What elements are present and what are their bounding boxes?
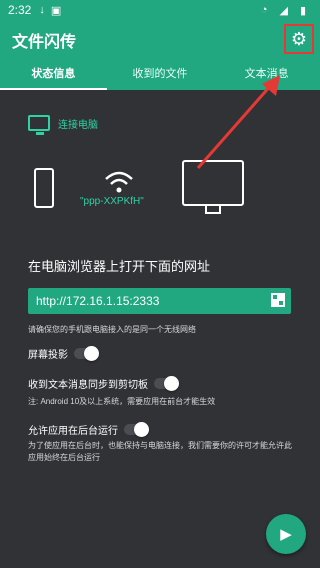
toggle-knob: [134, 422, 149, 437]
wifi-signal-icon: [102, 169, 136, 197]
battery-icon: ▮: [299, 4, 306, 17]
computer-icon: [182, 160, 244, 206]
computer-stand-icon: [205, 206, 221, 214]
connect-computer-label: 连接电脑: [58, 119, 98, 131]
wifi-icon: ◔: [260, 4, 268, 16]
wifi-ssid: "ppp-XXPKfH": [80, 196, 144, 207]
text-icon: ▣: [50, 4, 62, 17]
status-content: 连接电脑 "ppp-XXPKfH" 在电脑浏览器上打开下面的网址 http://…: [0, 90, 320, 568]
status-bar: 2:32 ↓ ▣ ◔ ◢ ▮: [0, 0, 320, 20]
toggle-knob: [164, 376, 179, 391]
phone-icon: [34, 168, 54, 208]
clipboard-sync-label: 收到文本消息同步到剪切板: [28, 380, 148, 391]
tab-status-info[interactable]: 状态信息: [0, 60, 107, 90]
tab-received-files[interactable]: 收到的文件: [107, 60, 214, 90]
screen-cast-label: 屏幕投影: [28, 350, 68, 361]
background-run-label: 允许应用在后台运行: [28, 426, 118, 437]
screen-cast-toggle[interactable]: [74, 346, 99, 361]
monitor-icon: [28, 115, 50, 135]
download-icon: ↓: [39, 4, 45, 16]
instruction-heading: 在电脑浏览器上打开下面的网址: [28, 259, 211, 274]
start-button[interactable]: ▶: [266, 514, 306, 554]
background-run-note: 为了使应用在后台时，也能保持与电脑连接，我们需要你的许可才能允许此应用始终在后台…: [28, 441, 292, 462]
play-icon: ▶: [280, 526, 292, 543]
settings-button[interactable]: ⚙: [284, 24, 314, 54]
signal-icon: ◢: [279, 4, 288, 17]
clipboard-sync-row: 收到文本消息同步到剪切板: [28, 376, 179, 391]
network-hint: 请确保您的手机跟电脑接入的是同一个无线网络: [28, 325, 196, 334]
server-url: http://172.16.1.15:2333: [36, 294, 160, 308]
app-title: 文件闪传: [12, 34, 77, 51]
url-bar[interactable]: http://172.16.1.15:2333: [28, 288, 291, 314]
background-run-row: 允许应用在后台运行: [28, 422, 149, 437]
clipboard-sync-note: 注: Android 10及以上系统，需要应用在前台才能生效: [28, 397, 216, 406]
app-bar: 文件闪传 ⚙: [0, 20, 320, 60]
gear-icon: ⚙: [290, 28, 308, 49]
tab-bar: 状态信息 收到的文件 文本消息: [0, 60, 320, 90]
screen-cast-row: 屏幕投影: [28, 346, 99, 361]
background-run-toggle[interactable]: [124, 422, 149, 437]
tab-text-messages[interactable]: 文本消息: [213, 60, 320, 90]
toggle-knob: [84, 346, 99, 361]
clipboard-sync-toggle[interactable]: [154, 376, 179, 391]
status-time: 2:32: [8, 3, 32, 17]
qr-code-icon[interactable]: [271, 293, 285, 307]
connect-computer-row: 连接电脑: [28, 115, 98, 135]
